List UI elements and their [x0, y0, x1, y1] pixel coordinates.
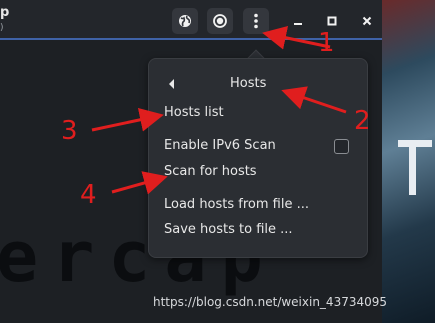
menu-item-enable-ipv6[interactable]: Enable IPv6 Scan	[164, 138, 276, 153]
record-icon	[213, 14, 227, 28]
app-title: p	[0, 5, 10, 20]
popover-title: Hosts	[230, 76, 267, 91]
menu-item-save-hosts[interactable]: Save hosts to file ...	[164, 222, 293, 237]
maximize-button[interactable]	[324, 13, 340, 29]
watermark-url: https://blog.csdn.net/weixin_43734095	[153, 295, 388, 309]
wallpaper-logo-glyph	[398, 140, 432, 195]
globe-button[interactable]	[172, 8, 198, 34]
minimize-button[interactable]	[290, 13, 306, 29]
kebab-menu-icon	[254, 13, 258, 29]
menu-item-scan-for-hosts[interactable]: Scan for hosts	[164, 164, 257, 179]
annotation-number-1: 1	[318, 28, 335, 58]
main-menu-button[interactable]	[243, 8, 269, 34]
annotation-number-4: 4	[80, 180, 97, 210]
app-subtitle: )	[0, 23, 4, 33]
annotation-number-3: 3	[61, 116, 78, 146]
annotation-number-2: 2	[354, 106, 371, 136]
minimize-icon	[294, 23, 302, 25]
maximize-icon	[327, 16, 337, 26]
menu-item-load-hosts[interactable]: Load hosts from file ...	[164, 197, 309, 212]
back-arrow-icon[interactable]	[167, 78, 177, 90]
menu-item-hosts-list[interactable]: Hosts list	[164, 105, 224, 120]
ipv6-checkbox[interactable]	[334, 139, 349, 154]
globe-icon	[179, 15, 191, 27]
close-icon	[362, 16, 372, 26]
close-button[interactable]	[359, 13, 375, 29]
record-button[interactable]	[207, 8, 233, 34]
